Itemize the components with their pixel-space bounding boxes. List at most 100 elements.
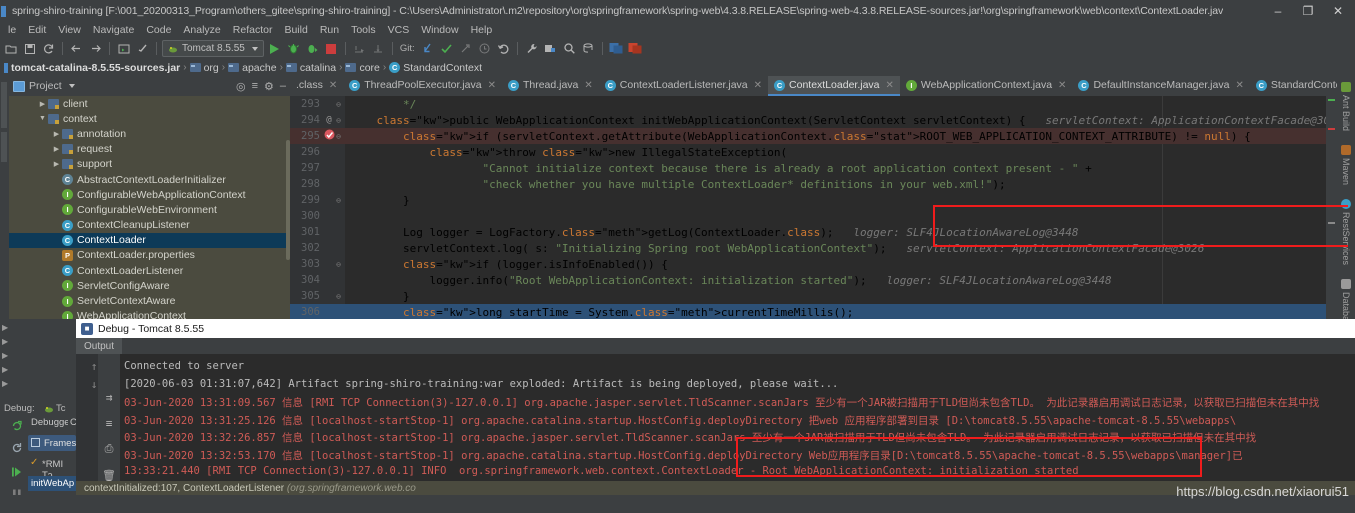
editor-line[interactable]: 304 logger.info("Root WebApplicationCont… [290, 272, 1337, 288]
editor-line[interactable]: 293⊖ */ [290, 96, 1337, 112]
push-icon[interactable] [457, 40, 474, 57]
tree-expand-arrow-icon[interactable]: ▶ [51, 160, 62, 168]
editor-tab-truncated[interactable]: .class✕ [290, 76, 343, 96]
navigate-forward-icon[interactable] [87, 40, 104, 57]
code-fold-icon[interactable]: ⊖ [334, 116, 343, 125]
code-editor[interactable]: 293⊖ */294@⊖ class="kw">public WebApplic… [290, 96, 1337, 319]
breadcrumb-jar[interactable]: tomcat-catalina-8.5.55-sources.jar [11, 62, 180, 74]
settings-wrench-icon[interactable] [523, 40, 540, 57]
stack-frame-item[interactable]: initWebAp [28, 476, 76, 491]
menu-vcs[interactable]: VCS [382, 23, 416, 37]
stop-button[interactable] [323, 40, 340, 57]
rerun-icon[interactable] [10, 419, 23, 432]
close-icon[interactable]: ✕ [754, 80, 762, 91]
menu-help[interactable]: Help [465, 23, 499, 37]
code-fold-icon[interactable]: ⊖ [334, 292, 343, 301]
menu-navigate[interactable]: Navigate [87, 23, 140, 37]
tree-item-request[interactable]: ▶request [9, 142, 290, 157]
code-fold-icon[interactable]: ⊖ [334, 132, 343, 141]
tree-item-contextloader-properties[interactable]: PContextLoader.properties [9, 248, 290, 263]
editor-tab-thread[interactable]: CThread.java✕ [502, 76, 599, 96]
gear-icon[interactable]: ⚙ [264, 80, 274, 93]
close-icon[interactable]: ✕ [584, 80, 592, 91]
build-icon[interactable] [134, 40, 151, 57]
project-panel-title[interactable]: Project [29, 80, 62, 92]
debug-button[interactable] [285, 40, 302, 57]
menu-build[interactable]: Build [278, 23, 313, 37]
rail-restservices[interactable]: RestServices [1341, 199, 1351, 265]
expand-arrow-icon[interactable]: ▶ [2, 379, 12, 389]
save-icon[interactable] [21, 40, 38, 57]
menu-run[interactable]: Run [314, 23, 345, 37]
revert-icon[interactable] [495, 40, 512, 57]
soft-wrap-icon[interactable]: ⇉ [101, 390, 117, 404]
commit-icon[interactable] [438, 40, 455, 57]
editor-line[interactable]: 298 "check whether you have multiple Con… [290, 176, 1337, 192]
clear-all-icon[interactable]: 🗑 [101, 468, 117, 482]
tree-expand-arrow-icon[interactable]: ▶ [51, 130, 62, 138]
menu-edit[interactable]: Edit [22, 23, 52, 37]
sync-icon[interactable] [40, 40, 57, 57]
project-structure-settings-icon[interactable] [542, 40, 559, 57]
expand-arrow-icon[interactable]: ▶ [2, 365, 12, 375]
breadcrumb-item-standardcontext[interactable]: C StandardContext [389, 62, 482, 74]
step-into-icon[interactable] [370, 40, 387, 57]
close-icon[interactable]: ✕ [1235, 80, 1243, 91]
rail-maven[interactable]: Maven [1341, 145, 1351, 185]
run-configuration-selector[interactable]: Tomcat 8.5.55 [162, 40, 264, 57]
breadcrumb-item-org[interactable]: org [190, 62, 219, 74]
open-icon[interactable] [2, 40, 19, 57]
menu-analyze[interactable]: Analyze [177, 23, 226, 37]
tree-item-webapplicationcontext[interactable]: IWebApplicationContext [9, 309, 290, 319]
code-fold-icon[interactable]: ⊖ [334, 100, 343, 109]
expand-arrow-icon[interactable]: ▶ [2, 337, 12, 347]
tree-item-contextloader[interactable]: CContextLoader [9, 233, 290, 248]
target-icon[interactable]: ◎ [236, 80, 246, 93]
tree-expand-arrow-icon[interactable]: ▼ [37, 115, 48, 122]
tree-item-servletcontextaware[interactable]: IServletContextAware [9, 293, 290, 308]
menu-file[interactable]: le [2, 23, 22, 37]
thread-item[interactable]: ✓ *RMI Tɔ [28, 456, 76, 472]
menu-view[interactable]: View [52, 23, 87, 37]
update-project-icon[interactable] [419, 40, 436, 57]
tree-expand-arrow-icon[interactable]: ▶ [51, 145, 62, 153]
editor-tab-webapplicationcontext[interactable]: IWebApplicationContext.java✕ [900, 76, 1073, 96]
breadcrumb-item-apache[interactable]: apache [228, 62, 276, 74]
editor-tab-threadpoolexecutor[interactable]: CThreadPoolExecutor.java✕ [343, 76, 502, 96]
editor-line[interactable]: 302 servletContext.log( s: "Initializing… [290, 240, 1337, 256]
run-button[interactable] [266, 40, 283, 57]
breadcrumb-item-core[interactable]: core [345, 62, 379, 74]
navigate-back-icon[interactable] [68, 40, 85, 57]
editor-line[interactable]: 303⊖ class="kw">if (logger.isInfoEnabled… [290, 256, 1337, 272]
editor-line[interactable]: 300 [290, 208, 1337, 224]
close-icon[interactable]: ✕ [1058, 80, 1066, 91]
menu-window[interactable]: Window [415, 23, 464, 37]
tree-item-abstractcontextloaderinitializer[interactable]: CAbstractContextLoaderInitializer [9, 172, 290, 187]
print-icon[interactable]: ⎙ [101, 442, 117, 456]
tree-expand-arrow-icon[interactable]: ▶ [37, 100, 48, 108]
close-icon[interactable]: ✕ [488, 80, 496, 91]
editor-line[interactable]: 305⊖ } [290, 288, 1337, 304]
tree-item-annotation[interactable]: ▶annotation [9, 126, 290, 141]
menu-tools[interactable]: Tools [345, 23, 382, 37]
pdf-export-icon[interactable] [627, 40, 644, 57]
rail-structure-tab[interactable] [1, 132, 7, 162]
project-structure-icon[interactable] [115, 40, 132, 57]
tab-output[interactable]: Output [76, 338, 122, 354]
tree-item-support[interactable]: ▶support [9, 157, 290, 172]
close-icon[interactable]: ✕ [329, 80, 337, 91]
menu-code[interactable]: Code [140, 23, 177, 37]
tree-item-client[interactable]: ▶client [9, 96, 290, 111]
step-over-icon[interactable] [351, 40, 368, 57]
maximize-button[interactable]: ❐ [1293, 0, 1323, 22]
search-icon[interactable] [561, 40, 578, 57]
expand-arrow-icon[interactable]: ▶ [2, 351, 12, 361]
close-icon[interactable]: ✕ [886, 80, 894, 91]
editor-line[interactable]: 297 "Cannot initialize context because t… [290, 160, 1337, 176]
scroll-to-end-icon[interactable]: ≡ [101, 416, 117, 430]
editor-line[interactable]: 299⊖ } [290, 192, 1337, 208]
editor-line[interactable]: 294@⊖ class="kw">public WebApplicationCo… [290, 112, 1337, 128]
tree-item-contextloaderlistener[interactable]: CContextLoaderListener [9, 263, 290, 278]
code-fold-icon[interactable]: ⊖ [334, 196, 343, 205]
editor-line[interactable]: 306 class="kw">long startTime = System.c… [290, 304, 1337, 319]
